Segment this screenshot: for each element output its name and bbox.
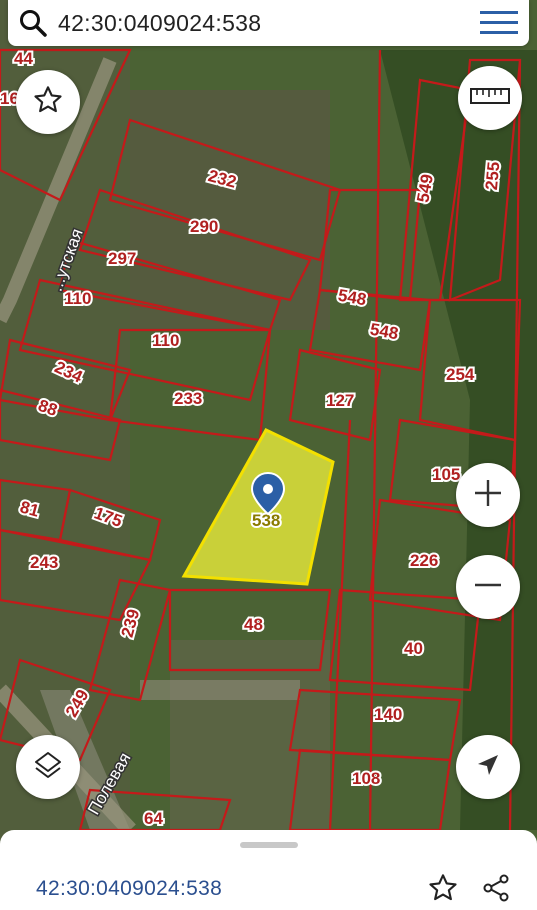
parcel-label: 243 [30,553,58,572]
plus-icon [471,476,505,515]
navigation-arrow-icon [473,750,503,785]
parcel-label: 44 [14,49,33,68]
parcel-label: 297 [108,249,136,268]
favorite-button[interactable] [16,70,80,134]
selected-parcel-label: 538 [252,511,280,530]
share-icon[interactable] [478,870,514,906]
minus-icon [471,568,505,607]
zoom-in-button[interactable] [456,463,520,527]
layers-icon [31,748,65,787]
parcel-label: 108 [352,769,380,788]
parcel-label: 110 [64,289,91,308]
ruler-icon [470,86,510,111]
parcel-label: 255 [482,161,503,191]
parcel-label: 105 [432,465,460,484]
parcel-label: 64 [144,809,163,828]
star-icon [32,84,64,121]
search-icon[interactable] [8,0,58,46]
parcel-cadastral-number: 42:30:0409024:538 [36,877,223,900]
parcel-label: 127 [326,391,354,410]
favorite-star-icon[interactable] [425,870,461,906]
my-location-button[interactable] [456,735,520,799]
ruler-button[interactable] [458,66,522,130]
layers-button[interactable] [16,735,80,799]
menu-icon[interactable] [469,0,529,46]
parcel-label: 226 [410,551,438,570]
parcel-label: 110 [152,331,179,350]
parcel-label: 140 [374,705,402,724]
parcel-label: 233 [174,389,202,408]
zoom-out-button[interactable] [456,555,520,619]
parcel-label: 290 [190,217,218,236]
parcel-label: 254 [446,365,475,384]
parcel-label: 40 [404,639,423,658]
watermark: ONREEST [379,20,457,37]
parcel-label: 48 [244,615,263,634]
bottom-sheet[interactable]: 42:30:0409024:538 [0,830,537,910]
drag-handle[interactable] [240,842,298,848]
